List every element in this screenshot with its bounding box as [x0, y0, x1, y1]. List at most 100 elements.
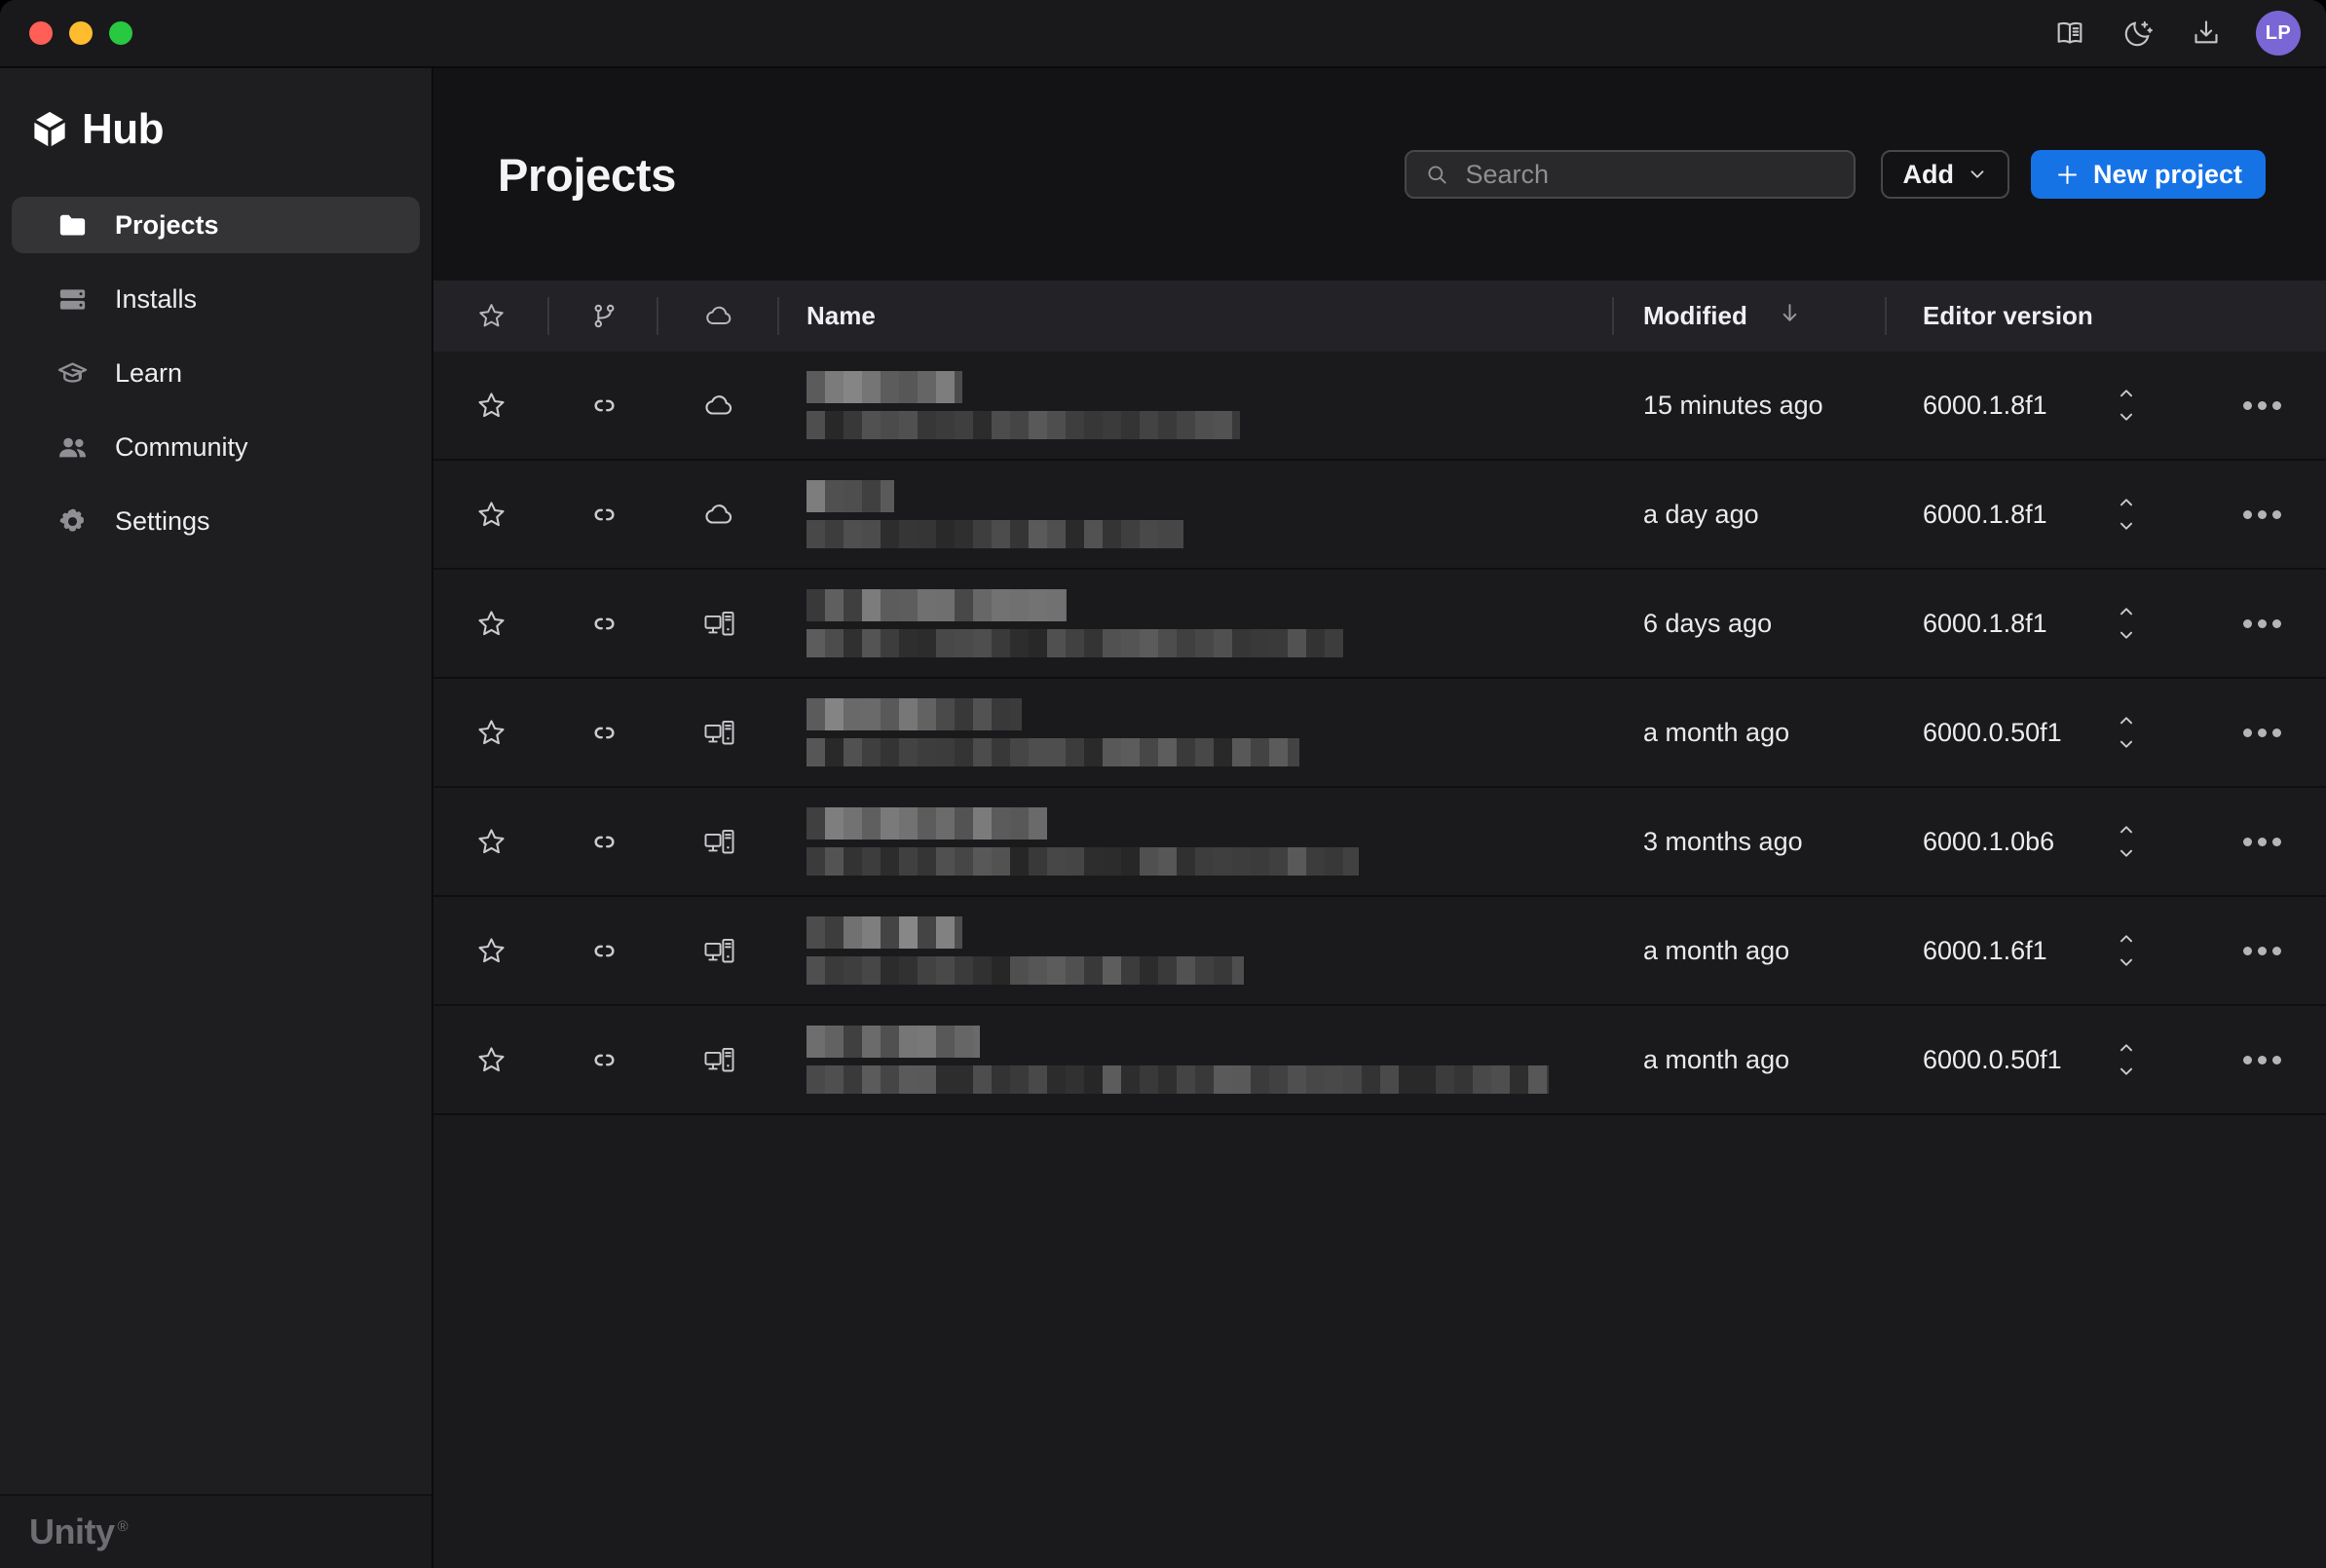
favorite-star-button[interactable] — [433, 499, 549, 531]
add-button[interactable]: Add — [1881, 150, 2008, 199]
zoom-button[interactable] — [109, 21, 132, 45]
row-options-menu[interactable] — [2243, 619, 2281, 628]
editor-version-stepper[interactable] — [2112, 599, 2141, 648]
header-location[interactable] — [658, 280, 779, 352]
editor-version-cell: 6000.0.50f1 — [1887, 1035, 2326, 1084]
chevron-down-icon — [2116, 952, 2137, 973]
editor-version-cell: 6000.1.6f1 — [1887, 926, 2326, 975]
favorite-star-button[interactable] — [433, 826, 549, 858]
header-favorite[interactable] — [433, 280, 549, 352]
chevron-up-icon — [2116, 492, 2137, 513]
chevron-down-icon — [1967, 164, 1988, 185]
sidebar-item-community[interactable]: Community — [12, 419, 420, 475]
community-icon — [55, 429, 90, 465]
favorite-star-button[interactable] — [433, 935, 549, 967]
cloud-icon — [703, 499, 735, 531]
new-project-button[interactable]: New project — [2031, 150, 2266, 199]
star-icon — [475, 499, 507, 531]
sidebar-item-projects[interactable]: Projects — [12, 197, 420, 253]
star-icon — [475, 1044, 507, 1076]
editor-version-stepper[interactable] — [2112, 926, 2141, 975]
header-editor-version[interactable]: Editor version — [1887, 280, 2326, 352]
project-location — [658, 608, 779, 640]
project-row[interactable]: a month ago 6000.0.50f1 — [433, 679, 2326, 788]
redacted-project-path — [807, 738, 1614, 766]
minimize-button[interactable] — [69, 21, 93, 45]
row-options-menu[interactable] — [2243, 401, 2281, 410]
redacted-project-name — [807, 807, 1614, 840]
editor-version-stepper[interactable] — [2112, 708, 2141, 757]
redacted-project-path — [807, 629, 1614, 657]
version-control-status — [549, 826, 658, 858]
version-control-status — [549, 390, 658, 422]
downloads-icon[interactable] — [2188, 15, 2225, 52]
project-row[interactable]: a day ago 6000.1.8f1 — [433, 461, 2326, 570]
editor-version-cell: 6000.1.8f1 — [1887, 381, 2326, 429]
sidebar-item-label: Installs — [115, 284, 197, 315]
project-location — [658, 717, 779, 749]
favorite-star-button[interactable] — [433, 717, 549, 749]
header-modified[interactable]: Modified — [1614, 280, 1887, 352]
unlinked-icon — [588, 826, 620, 858]
editor-version-cell: 6000.0.50f1 — [1887, 708, 2326, 757]
project-row[interactable]: a month ago 6000.0.50f1 — [433, 1006, 2326, 1115]
sidebar-item-settings[interactable]: Settings — [12, 493, 420, 549]
chevron-down-icon — [2116, 1061, 2137, 1082]
project-row[interactable]: 6 days ago 6000.1.8f1 — [433, 570, 2326, 679]
editor-version-stepper[interactable] — [2112, 490, 2141, 539]
avatar[interactable]: LP — [2256, 11, 2301, 56]
night-mode-icon[interactable] — [2120, 15, 2157, 52]
editor-version-cell: 6000.1.8f1 — [1887, 490, 2326, 539]
sidebar-item-label: Projects — [115, 210, 219, 241]
header-version-control[interactable] — [549, 280, 658, 352]
sidebar-nav: Projects Installs Learn Community Settin… — [0, 197, 431, 549]
sidebar-item-label: Learn — [115, 358, 182, 389]
header-name[interactable]: Name — [779, 280, 1614, 352]
main-header: Projects Add New project — [433, 68, 2326, 280]
search-input[interactable] — [1465, 160, 1836, 190]
modified-time: a day ago — [1643, 500, 1759, 530]
modified-cell: 15 minutes ago — [1614, 391, 1887, 421]
editor-version-stepper[interactable] — [2112, 381, 2141, 429]
redacted-project-name — [807, 1026, 1614, 1058]
editor-version-stepper[interactable] — [2112, 817, 2141, 866]
row-options-menu[interactable] — [2243, 510, 2281, 519]
star-icon — [475, 608, 507, 640]
row-options-menu[interactable] — [2243, 728, 2281, 737]
favorite-star-button[interactable] — [433, 390, 549, 422]
row-options-menu[interactable] — [2243, 838, 2281, 846]
version-control-status — [549, 608, 658, 640]
project-name-cell — [779, 371, 1614, 439]
project-row[interactable]: 15 minutes ago 6000.1.8f1 — [433, 352, 2326, 461]
unity-cube-icon — [29, 109, 70, 150]
editor-version-value: 6000.0.50f1 — [1923, 718, 2086, 748]
sidebar-item-learn[interactable]: Learn — [12, 345, 420, 401]
sidebar: Hub Projects Installs Learn Community — [0, 68, 433, 1568]
docs-book-icon[interactable] — [2051, 15, 2088, 52]
modified-time: 15 minutes ago — [1643, 391, 1823, 421]
close-button[interactable] — [29, 21, 53, 45]
redacted-project-path — [807, 520, 1614, 548]
sidebar-item-installs[interactable]: Installs — [12, 271, 420, 327]
favorite-star-button[interactable] — [433, 1044, 549, 1076]
chevron-down-icon — [2116, 406, 2137, 428]
project-row[interactable]: a month ago 6000.1.6f1 — [433, 897, 2326, 1006]
sort-descending-icon — [1777, 300, 1803, 333]
project-row[interactable]: 3 months ago 6000.1.0b6 — [433, 788, 2326, 897]
editor-version-stepper[interactable] — [2112, 1035, 2141, 1084]
favorite-star-button[interactable] — [433, 608, 549, 640]
header-modified-label: Modified — [1643, 301, 1747, 331]
row-options-menu[interactable] — [2243, 947, 2281, 955]
cloud-icon — [704, 301, 734, 331]
chevron-up-icon — [2116, 819, 2137, 840]
unlinked-icon — [588, 935, 620, 967]
unlinked-icon — [588, 717, 620, 749]
chevron-down-icon — [2116, 842, 2137, 864]
header-editor-version-label: Editor version — [1923, 301, 2093, 331]
editor-version-value: 6000.1.6f1 — [1923, 936, 2086, 966]
version-control-status — [549, 935, 658, 967]
chevron-up-icon — [2116, 601, 2137, 622]
sidebar-item-label: Community — [115, 432, 248, 463]
row-options-menu[interactable] — [2243, 1056, 2281, 1064]
search-icon — [1424, 162, 1450, 188]
